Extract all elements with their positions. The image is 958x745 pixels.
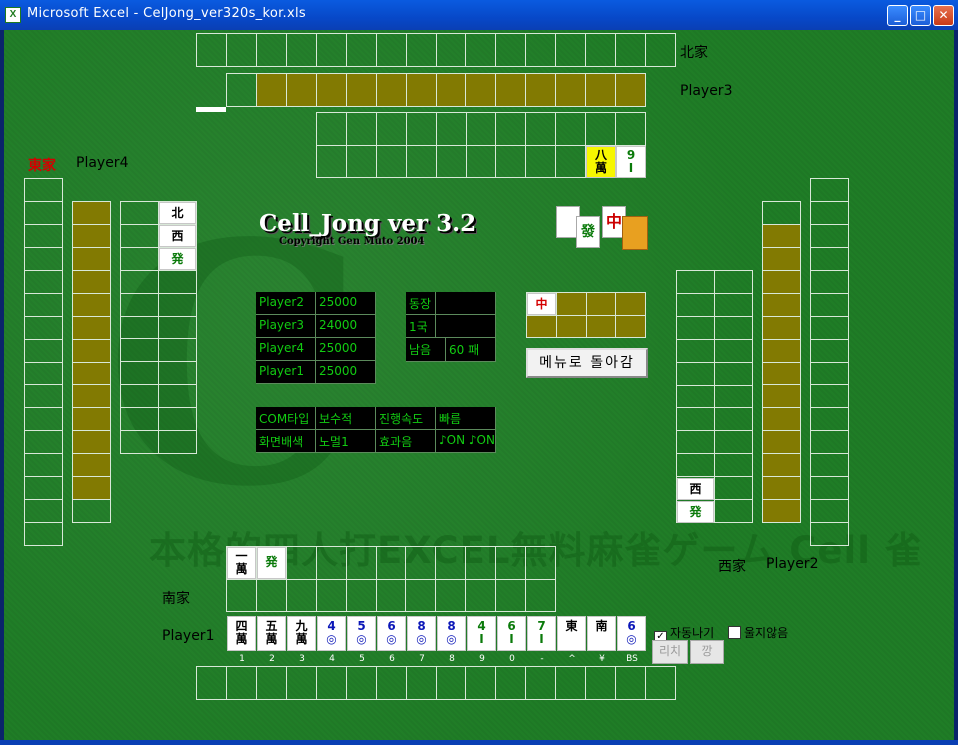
sound-value[interactable]: ♪ON ♪ON [436,430,496,453]
south-player-label: Player1 [162,628,215,644]
hand-tile[interactable]: 五萬 [257,616,286,651]
hand-key-label: 4 [329,654,335,664]
south-discard-tile: 一萬 [227,547,256,579]
west-discard-tile: 西 [677,478,714,500]
north-hidden-hand [226,73,646,107]
hand-tile[interactable]: 4I [467,616,496,651]
hand-key-label: 0 [509,654,515,664]
excel-icon: X [5,7,21,23]
west-outer-column [810,178,849,546]
hand-tile[interactable]: 南 [587,616,616,651]
hand-tile[interactable]: 6I [497,616,526,651]
speed-value[interactable]: 빠름 [436,407,496,430]
hand-tile[interactable]: 6 ◎ [617,616,646,651]
hand-tile[interactable]: 8 ◎ [437,616,466,651]
setting-label: 진행속도 [376,407,436,430]
hand-key-label: - [540,654,544,664]
south-wind-label: 南家 [162,591,190,607]
score-name: Player3 [256,315,316,338]
minimize-button[interactable]: _ [887,5,908,26]
round-panel: 동장 1국 남음 60 패 [406,292,496,362]
hand-key-label: ^ [568,654,576,664]
hand-tile[interactable]: 6 ◎ [377,616,406,651]
north-discard-tile: 八萬 [586,146,616,178]
riichi-button[interactable]: 리치 [652,640,688,664]
north-discard-tile: 9I [616,146,646,178]
hand-tile[interactable]: 東 [557,616,586,651]
maximize-button[interactable]: □ [910,5,931,26]
west-hidden-hand [762,201,801,523]
score-value: 24000 [316,315,376,338]
score-panel: Player2 25000 Player3 24000 Player4 2500… [256,292,376,384]
west-player-label: Player2 [766,556,819,572]
setting-label: COM타입 [256,407,316,430]
score-value: 25000 [316,338,376,361]
mahjong-tiles-icon: 發 中 [556,204,648,250]
hand-tile[interactable]: 四萬 [227,616,256,651]
north-riichi-stick [196,107,226,112]
north-player-label: Player3 [680,83,733,99]
window-title: Microsoft Excel - CelJong_ver320s_kor.xl… [27,6,306,21]
checkbox-icon [728,626,741,639]
hand-key-label: BS [626,654,638,664]
hand-key-label: 9 [479,654,485,664]
west-wind-label: 西家 [718,559,746,575]
hand-key-label: 6 [389,654,395,664]
east-discard-tile: 北 [159,202,196,224]
score-name: Player4 [256,338,316,361]
window-titlebar: X Microsoft Excel - CelJong_ver320s_kor.… [0,0,958,30]
east-player-label: Player4 [76,155,129,171]
east-outer-column [24,178,63,546]
score-name: Player2 [256,292,316,315]
color-scheme-value[interactable]: 노멀1 [316,430,376,453]
setting-label: 효과음 [376,430,436,453]
score-name: Player1 [256,361,316,384]
settings-panel: COM타입 보수적 진행속도 빠름 화면배색 노멀1 효과음 ♪ON ♪ON [256,407,496,453]
kong-button[interactable]: 깡 [690,640,724,664]
close-button[interactable]: ✕ [933,5,954,26]
no-call-checkbox[interactable]: 울지않음 [728,624,788,641]
hand-key-label: 7 [419,654,425,664]
north-wind-label: 北家 [680,45,708,61]
game-board: C 本格的四人打EXCEL無料麻雀ゲーム Cell 雀 北家 Player3 八… [4,30,954,740]
hand-tile[interactable]: 7I [527,616,556,651]
round-number: 1국 [406,315,436,338]
hand-tile[interactable]: 九萬 [287,616,316,651]
copyright-text: Copyright Gen Muto 2004 [279,236,425,247]
com-type-value[interactable]: 보수적 [316,407,376,430]
remaining-label: 남음 [406,338,446,362]
score-value: 25000 [316,292,376,315]
east-wind-label: 東家 [28,158,56,174]
hand-key-label: 1 [239,654,245,664]
hand-key-label: 8 [449,654,455,664]
setting-label: 화면배색 [256,430,316,453]
north-top-row [196,33,676,67]
south-bottom-row [196,666,676,700]
east-hidden-hand [72,201,111,523]
return-to-menu-button[interactable]: 메뉴로 돌아감 [526,348,648,378]
south-discard-tile: 発 [257,547,286,579]
east-discard-tile: 西 [159,225,196,247]
hand-tile[interactable]: 4 ◎ [317,616,346,651]
hand-key-label: 5 [359,654,365,664]
dora-tile: 中 [527,293,556,315]
west-discard-tile: 発 [677,501,714,523]
round-wind: 동장 [406,292,436,315]
hand-tile[interactable]: 5 ◎ [347,616,376,651]
east-discard-tile: 発 [159,248,196,270]
hand-key-label: ¥ [599,654,605,664]
game-logo: Cell_Jong ver 3.2 [259,210,477,237]
score-value: 25000 [316,361,376,384]
window-bottom-border [0,740,958,745]
hand-key-label: 3 [299,654,305,664]
hand-key-label: 2 [269,654,275,664]
hand-tile[interactable]: 8 ◎ [407,616,436,651]
remaining-value: 60 패 [446,338,496,362]
